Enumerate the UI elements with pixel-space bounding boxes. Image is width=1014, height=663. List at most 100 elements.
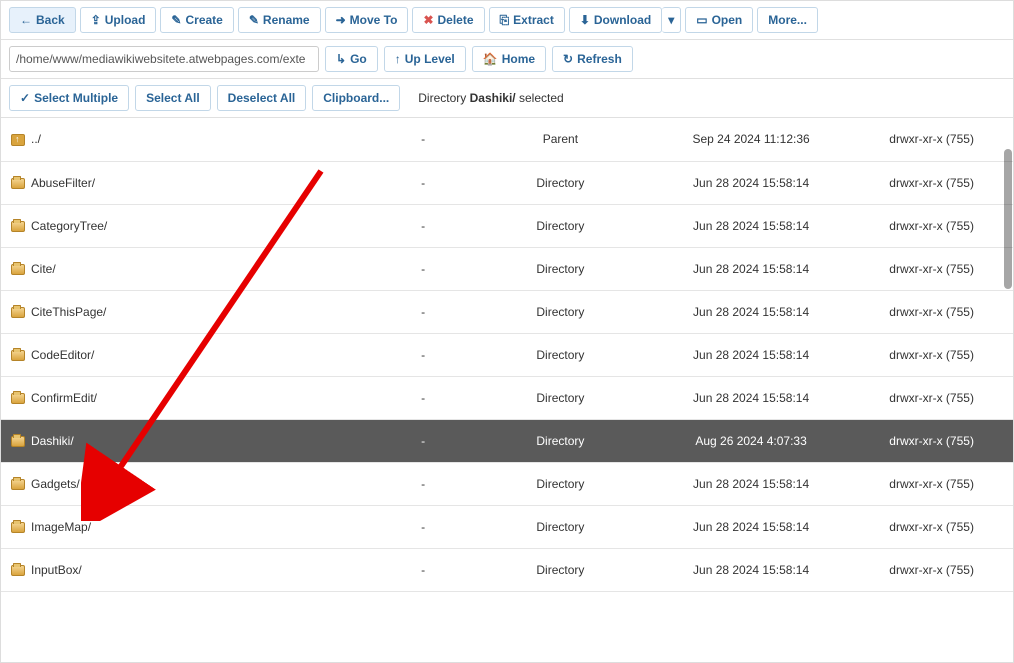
table-row[interactable]: AbuseFilter/-DirectoryJun 28 2024 15:58:…: [1, 161, 1013, 204]
cell-perm: drwxr-xr-x (755): [850, 419, 1013, 462]
cell-date: Jun 28 2024 15:58:14: [652, 290, 850, 333]
cell-type: Directory: [469, 376, 652, 419]
extract-label: Extract: [513, 13, 554, 27]
cell-size: -: [377, 161, 469, 204]
folder-icon: [11, 565, 25, 576]
folder-icon: [11, 264, 25, 275]
cell-type: Directory: [469, 161, 652, 204]
file-name: Gadgets/: [31, 477, 80, 491]
table-row[interactable]: Dashiki/-DirectoryAug 26 2024 4:07:33drw…: [1, 419, 1013, 462]
status-suffix: selected: [516, 91, 564, 105]
path-input[interactable]: [9, 46, 319, 72]
download-button[interactable]: ⬇ Download: [569, 7, 662, 33]
refresh-button[interactable]: ↻ Refresh: [552, 46, 633, 72]
cell-perm: drwxr-xr-x (755): [850, 247, 1013, 290]
cell-date: Sep 24 2024 11:12:36: [652, 118, 850, 161]
arrow-up-icon: ↑: [395, 52, 401, 66]
cell-type: Parent: [469, 118, 652, 161]
file-name: ConfirmEdit/: [31, 391, 97, 405]
back-button[interactable]: ←Back: [9, 7, 76, 33]
cell-perm: drwxr-xr-x (755): [850, 204, 1013, 247]
rename-label: Rename: [263, 13, 310, 27]
cell-date: Jun 28 2024 15:58:14: [652, 505, 850, 548]
rename-button[interactable]: ✎Rename: [238, 7, 321, 33]
delete-label: Delete: [438, 13, 474, 27]
table-row[interactable]: ConfirmEdit/-DirectoryJun 28 2024 15:58:…: [1, 376, 1013, 419]
create-button[interactable]: ✎Create: [160, 7, 233, 33]
cell-size: -: [377, 333, 469, 376]
file-name: Dashiki/: [31, 434, 74, 448]
arrow-left-icon: ←: [20, 13, 32, 27]
go-icon: ↳: [336, 52, 346, 66]
cell-perm: drwxr-xr-x (755): [850, 118, 1013, 161]
main-toolbar: ←Back ⇪ Upload ✎Create ✎Rename ➜Move To ✖…: [1, 1, 1013, 40]
move-to-button[interactable]: ➜Move To: [325, 7, 409, 33]
cell-date: Jun 28 2024 15:58:14: [652, 548, 850, 591]
cell-size: -: [377, 118, 469, 161]
file-table-container: ../-ParentSep 24 2024 11:12:36drwxr-xr-x…: [1, 118, 1013, 633]
upload-button[interactable]: ⇪ Upload: [80, 7, 157, 33]
file-name: InputBox/: [31, 563, 82, 577]
folder-icon: [11, 178, 25, 189]
selection-status: Directory Dashiki/ selected: [418, 91, 563, 105]
select-multiple-button[interactable]: ✓Select Multiple: [9, 85, 129, 111]
cell-type: Directory: [469, 247, 652, 290]
delete-button[interactable]: ✖ Delete: [412, 7, 484, 33]
refresh-icon: ↻: [563, 52, 573, 66]
more-button[interactable]: More...: [757, 7, 818, 33]
home-icon: 🏠: [483, 52, 498, 66]
cell-type: Directory: [469, 290, 652, 333]
table-row[interactable]: ../ -ParentSep 24 2024 11:12:36drwxr-xr-x…: [1, 118, 1013, 161]
cell-size: -: [377, 290, 469, 333]
home-button[interactable]: 🏠Home: [472, 46, 546, 72]
cell-date: Jun 28 2024 15:58:14: [652, 204, 850, 247]
table-row[interactable]: InputBox/-DirectoryJun 28 2024 15:58:14d…: [1, 548, 1013, 591]
cell-type: Directory: [469, 333, 652, 376]
cell-date: Jun 28 2024 15:58:14: [652, 376, 850, 419]
table-row[interactable]: CategoryTree/-DirectoryJun 28 2024 15:58…: [1, 204, 1013, 247]
cell-size: -: [377, 505, 469, 548]
file-name: AbuseFilter/: [31, 176, 95, 190]
deselect-all-button[interactable]: Deselect All: [217, 85, 307, 111]
file-name: CodeEditor/: [31, 348, 94, 362]
file-table: ../-ParentSep 24 2024 11:12:36drwxr-xr-x…: [1, 118, 1013, 592]
folder-icon: [11, 307, 25, 318]
table-row[interactable]: Gadgets/-DirectoryJun 28 2024 15:58:14dr…: [1, 462, 1013, 505]
file-name: ImageMap/: [31, 520, 91, 534]
download-icon: ⬇: [580, 13, 590, 27]
cell-perm: drwxr-xr-x (755): [850, 505, 1013, 548]
folder-icon: [11, 350, 25, 361]
cell-date: Jun 28 2024 15:58:14: [652, 247, 850, 290]
folder-icon: [11, 479, 25, 490]
parent-folder-icon: [11, 134, 25, 146]
cell-size: -: [377, 462, 469, 505]
download-dropdown-button[interactable]: ▾: [662, 7, 681, 33]
upload-label: Upload: [105, 13, 146, 27]
download-label: Download: [594, 13, 651, 27]
table-row[interactable]: Cite/-DirectoryJun 28 2024 15:58:14drwxr…: [1, 247, 1013, 290]
cell-size: -: [377, 548, 469, 591]
cell-perm: drwxr-xr-x (755): [850, 161, 1013, 204]
file-name: ../: [31, 132, 41, 146]
cell-date: Jun 28 2024 15:58:14: [652, 333, 850, 376]
refresh-label: Refresh: [577, 52, 622, 66]
table-row[interactable]: ImageMap/ -DirectoryJun 28 2024 15:58:14d…: [1, 505, 1013, 548]
folder-icon: [11, 436, 25, 447]
file-manager-window: ←Back ⇪ Upload ✎Create ✎Rename ➜Move To ✖…: [0, 0, 1014, 663]
delete-icon: ✖: [423, 13, 433, 27]
cell-type: Directory: [469, 505, 652, 548]
cell-date: Aug 26 2024 4:07:33: [652, 419, 850, 462]
table-row[interactable]: CodeEditor/ -DirectoryJun 28 2024 15:58:1…: [1, 333, 1013, 376]
clipboard-button[interactable]: Clipboard...: [312, 85, 400, 111]
up-level-button[interactable]: ↑ Up Level: [384, 46, 466, 72]
go-button[interactable]: ↳Go: [325, 46, 378, 72]
up-level-label: Up Level: [405, 52, 455, 66]
upload-icon: ⇪: [91, 13, 101, 27]
cell-type: Directory: [469, 419, 652, 462]
cell-perm: drwxr-xr-x (755): [850, 376, 1013, 419]
scrollbar-thumb[interactable]: [1004, 149, 1012, 289]
extract-button[interactable]: ⎘Extract: [489, 7, 565, 33]
open-button[interactable]: ▭Open: [685, 7, 753, 33]
select-all-button[interactable]: Select All: [135, 85, 211, 111]
table-row[interactable]: CiteThisPage/-DirectoryJun 28 2024 15:58…: [1, 290, 1013, 333]
